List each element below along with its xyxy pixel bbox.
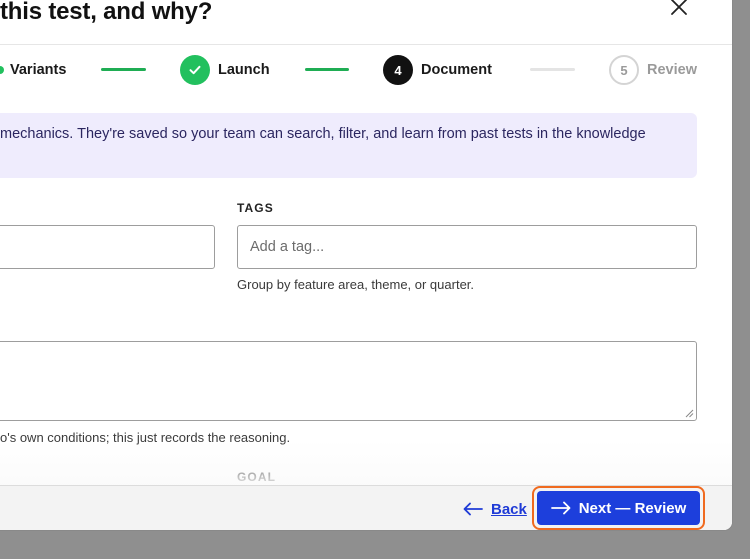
tags-input-placeholder: Add a tag... [250, 239, 325, 255]
step-launch-check [180, 55, 210, 85]
step-launch[interactable]: Launch [180, 54, 270, 86]
step-launch-label: Launch [218, 62, 270, 78]
reasoning-textarea[interactable] [0, 341, 697, 421]
scroll-fade [0, 440, 732, 486]
arrow-left-icon [463, 502, 483, 516]
step-connector [530, 68, 575, 71]
step-document-number: 4 [383, 55, 413, 85]
resize-handle-icon[interactable] [685, 409, 694, 418]
back-button[interactable]: Back [463, 499, 527, 519]
step-review-number: 5 [609, 55, 639, 85]
info-banner: mechanics. They're saved so your team ca… [0, 113, 697, 178]
arrow-right-icon [550, 501, 571, 515]
document-step-modal: this test, and why? Variants Launch 4 Do… [0, 0, 732, 530]
name-input[interactable] [0, 225, 215, 269]
tags-input[interactable]: Add a tag... [237, 225, 697, 269]
tags-label: TAGS [237, 201, 274, 215]
step-document-label: Document [421, 62, 492, 78]
goal-label: GOAL [237, 470, 277, 484]
header-divider [0, 44, 732, 45]
info-banner-text: mechanics. They're saved so your team ca… [0, 126, 646, 142]
tags-help-text: Group by feature area, theme, or quarter… [237, 277, 475, 292]
next-review-button-label: Next — Review [578, 499, 687, 517]
checkmark-icon [189, 65, 201, 75]
next-review-button[interactable]: Next — Review [537, 491, 700, 525]
step-complete-dot-icon [0, 66, 4, 74]
back-button-label: Back [491, 500, 527, 518]
close-button[interactable] [662, 0, 696, 22]
close-icon [671, 0, 687, 15]
step-connector [305, 68, 349, 71]
step-document[interactable]: 4 Document [383, 54, 492, 86]
step-connector [101, 68, 146, 71]
step-variants-label: Variants [10, 62, 67, 78]
step-variants[interactable]: Variants [0, 54, 66, 86]
modal-title: this test, and why? [0, 0, 213, 25]
step-review-label: Review [647, 62, 697, 78]
reasoning-help-text: o's own conditions; this just records th… [0, 430, 291, 445]
step-review[interactable]: 5 Review [609, 54, 697, 86]
